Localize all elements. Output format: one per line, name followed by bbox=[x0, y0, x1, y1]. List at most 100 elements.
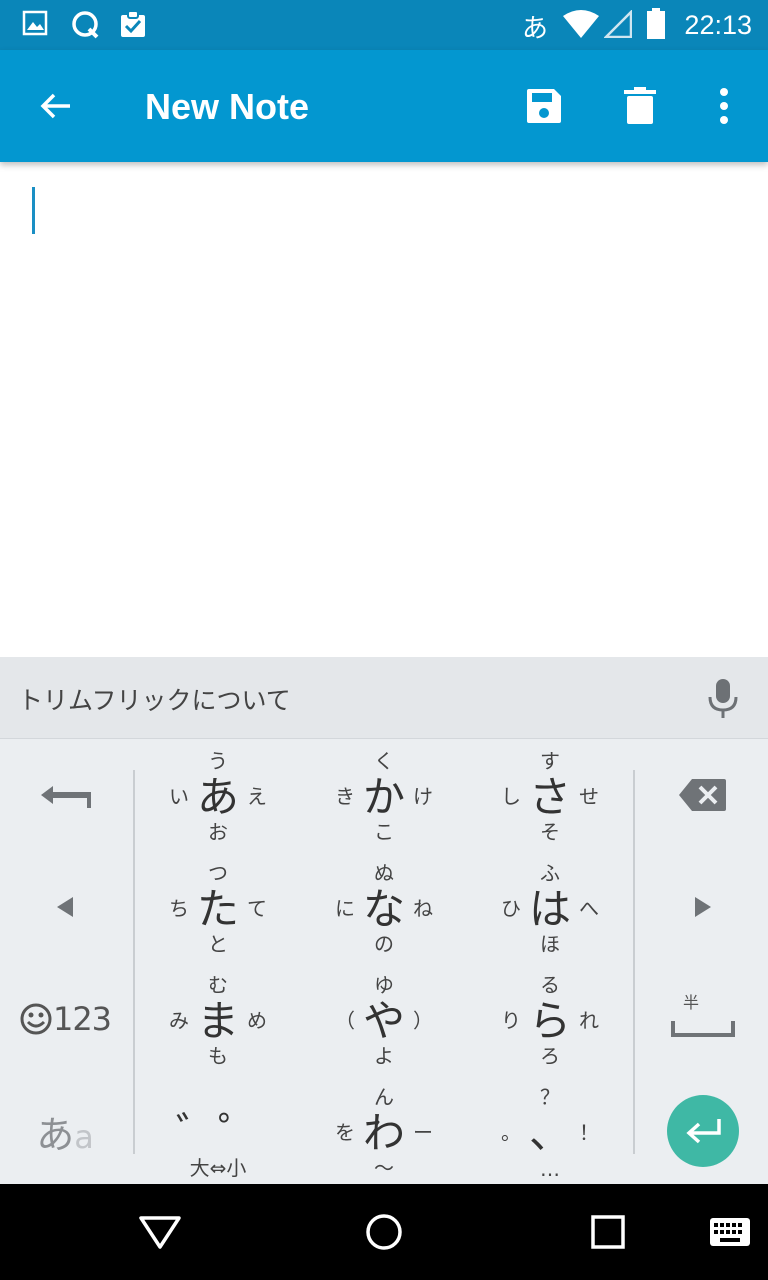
key-sa[interactable]: さすそしせ bbox=[467, 739, 633, 851]
key-sa-right: せ bbox=[579, 784, 599, 809]
voice-input-button[interactable] bbox=[700, 675, 746, 721]
back-arrow-icon bbox=[40, 93, 70, 119]
nav-back-button[interactable] bbox=[136, 1208, 184, 1256]
key-ma-up: む bbox=[208, 973, 228, 997]
more-vert-icon bbox=[720, 88, 728, 124]
key-na[interactable]: なぬのにね bbox=[301, 851, 467, 963]
nav-keyboard-button[interactable] bbox=[706, 1208, 754, 1256]
key-wa[interactable]: わん〜をー bbox=[301, 1075, 467, 1187]
key-sa-down: そ bbox=[540, 820, 560, 844]
cell-signal-icon bbox=[604, 10, 632, 38]
text-cursor bbox=[32, 187, 35, 234]
key-ya-left: （ bbox=[335, 1008, 355, 1033]
triangle-right-icon bbox=[695, 897, 711, 917]
chat-icon bbox=[72, 11, 99, 39]
key-punct-down: … bbox=[540, 1157, 560, 1181]
key-ma-down: も bbox=[208, 1044, 228, 1068]
cursor-right-key[interactable] bbox=[638, 851, 768, 963]
note-editor[interactable] bbox=[0, 162, 768, 657]
microphone-icon bbox=[708, 679, 738, 718]
input-mode-key[interactable]: あa bbox=[0, 1075, 130, 1187]
cursor-left-key[interactable] bbox=[0, 851, 130, 963]
nav-recents-button[interactable] bbox=[584, 1208, 632, 1256]
key-a-down: お bbox=[208, 820, 228, 844]
key-ma-right: め bbox=[247, 1008, 267, 1033]
wifi-icon bbox=[563, 10, 599, 38]
key-punct[interactable]: 、？…。！ bbox=[467, 1075, 633, 1187]
nav-home-button[interactable] bbox=[360, 1208, 408, 1256]
app-bar: New Note bbox=[0, 50, 768, 162]
key-ta-right: て bbox=[247, 896, 267, 921]
space-glyph: 半 bbox=[671, 989, 735, 1049]
key-ya-right: ） bbox=[413, 1008, 433, 1033]
key-dakuten[interactable]: ゛゜ 大⇔小 bbox=[135, 1075, 301, 1187]
key-a-up: う bbox=[208, 749, 228, 773]
key-na-down: の bbox=[374, 932, 394, 956]
key-na-up: ぬ bbox=[374, 861, 394, 885]
image-icon bbox=[22, 10, 48, 36]
keyboard-icon bbox=[710, 1218, 750, 1246]
key-na-left: に bbox=[335, 896, 355, 921]
key-ra-right: れ bbox=[579, 1008, 599, 1033]
key-wa-right: ー bbox=[413, 1120, 433, 1145]
key-ka[interactable]: かくこきけ bbox=[301, 739, 467, 851]
key-wa-up: ん bbox=[374, 1085, 394, 1109]
navigation-bar bbox=[0, 1184, 768, 1280]
key-a-left: い bbox=[169, 784, 189, 809]
page-title: New Note bbox=[145, 86, 310, 127]
save-button[interactable] bbox=[516, 78, 572, 134]
key-ya[interactable]: やゆよ（） bbox=[301, 963, 467, 1075]
key-ya-down: よ bbox=[374, 1044, 394, 1068]
key-ka-left: き bbox=[335, 784, 355, 809]
key-sa-up: す bbox=[540, 749, 560, 773]
key-punct-up: ？ bbox=[540, 1085, 560, 1109]
enter-arrow-icon bbox=[686, 1119, 721, 1144]
back-button[interactable] bbox=[28, 78, 84, 134]
key-wa-down: 〜 bbox=[374, 1156, 394, 1180]
suggestion-item[interactable]: トリムフリックについて bbox=[18, 681, 291, 717]
suggestion-bar: トリムフリックについて bbox=[0, 657, 768, 738]
home-circle-icon bbox=[366, 1214, 402, 1250]
triangle-left-icon bbox=[57, 897, 73, 917]
key-ta-down: と bbox=[208, 932, 228, 956]
mode-label: あa bbox=[36, 1112, 94, 1157]
space-key[interactable]: 半 bbox=[638, 963, 768, 1075]
key-ra[interactable]: らるろりれ bbox=[467, 963, 633, 1075]
backspace-key[interactable] bbox=[638, 739, 768, 851]
back-triangle-icon bbox=[139, 1216, 181, 1249]
key-na-right: ね bbox=[413, 896, 433, 921]
key-ha-down: ほ bbox=[540, 932, 560, 956]
key-ra-left: り bbox=[501, 1008, 521, 1033]
emoji-symbols-key[interactable]: 123 bbox=[0, 963, 130, 1075]
key-a[interactable]: あうおいえ bbox=[135, 739, 301, 851]
status-bar: あ 22:13 bbox=[0, 0, 768, 50]
space-bar-icon bbox=[671, 1021, 735, 1037]
backspace-icon bbox=[679, 779, 726, 811]
undo-key[interactable] bbox=[0, 739, 130, 851]
save-icon bbox=[527, 89, 561, 123]
key-punct-right: ！ bbox=[579, 1120, 599, 1145]
undo-arrow-icon bbox=[41, 786, 91, 808]
battery-icon bbox=[647, 8, 665, 39]
more-options-button[interactable] bbox=[696, 78, 752, 134]
key-ma-left: み bbox=[169, 1008, 189, 1033]
ime-indicator: あ bbox=[522, 14, 549, 44]
key-ha[interactable]: はふほひへ bbox=[467, 851, 633, 963]
key-ka-up: く bbox=[374, 749, 394, 773]
enter-key[interactable] bbox=[638, 1075, 768, 1187]
key-ta-left: ち bbox=[169, 896, 189, 921]
delete-button[interactable] bbox=[612, 78, 668, 134]
key-ma[interactable]: まむもみめ bbox=[135, 963, 301, 1075]
key-dakuten-down: 大⇔小 bbox=[189, 1156, 247, 1180]
key-ka-down: こ bbox=[374, 820, 394, 844]
half-width-label: 半 bbox=[683, 993, 700, 1012]
key-ha-right: へ bbox=[579, 896, 599, 921]
keyboard: 123 あa 半 あうおいえかくこきけさすそしせたつとちてなぬのにねはふほひへま bbox=[0, 738, 768, 1184]
key-ta[interactable]: たつとちて bbox=[135, 851, 301, 963]
enter-button bbox=[667, 1095, 739, 1167]
key-ha-left: ひ bbox=[501, 896, 521, 921]
key-ra-down: ろ bbox=[540, 1044, 560, 1068]
keyboard-divider-right bbox=[633, 770, 635, 1154]
smiley-icon bbox=[20, 1003, 52, 1035]
recents-square-icon bbox=[591, 1215, 625, 1249]
